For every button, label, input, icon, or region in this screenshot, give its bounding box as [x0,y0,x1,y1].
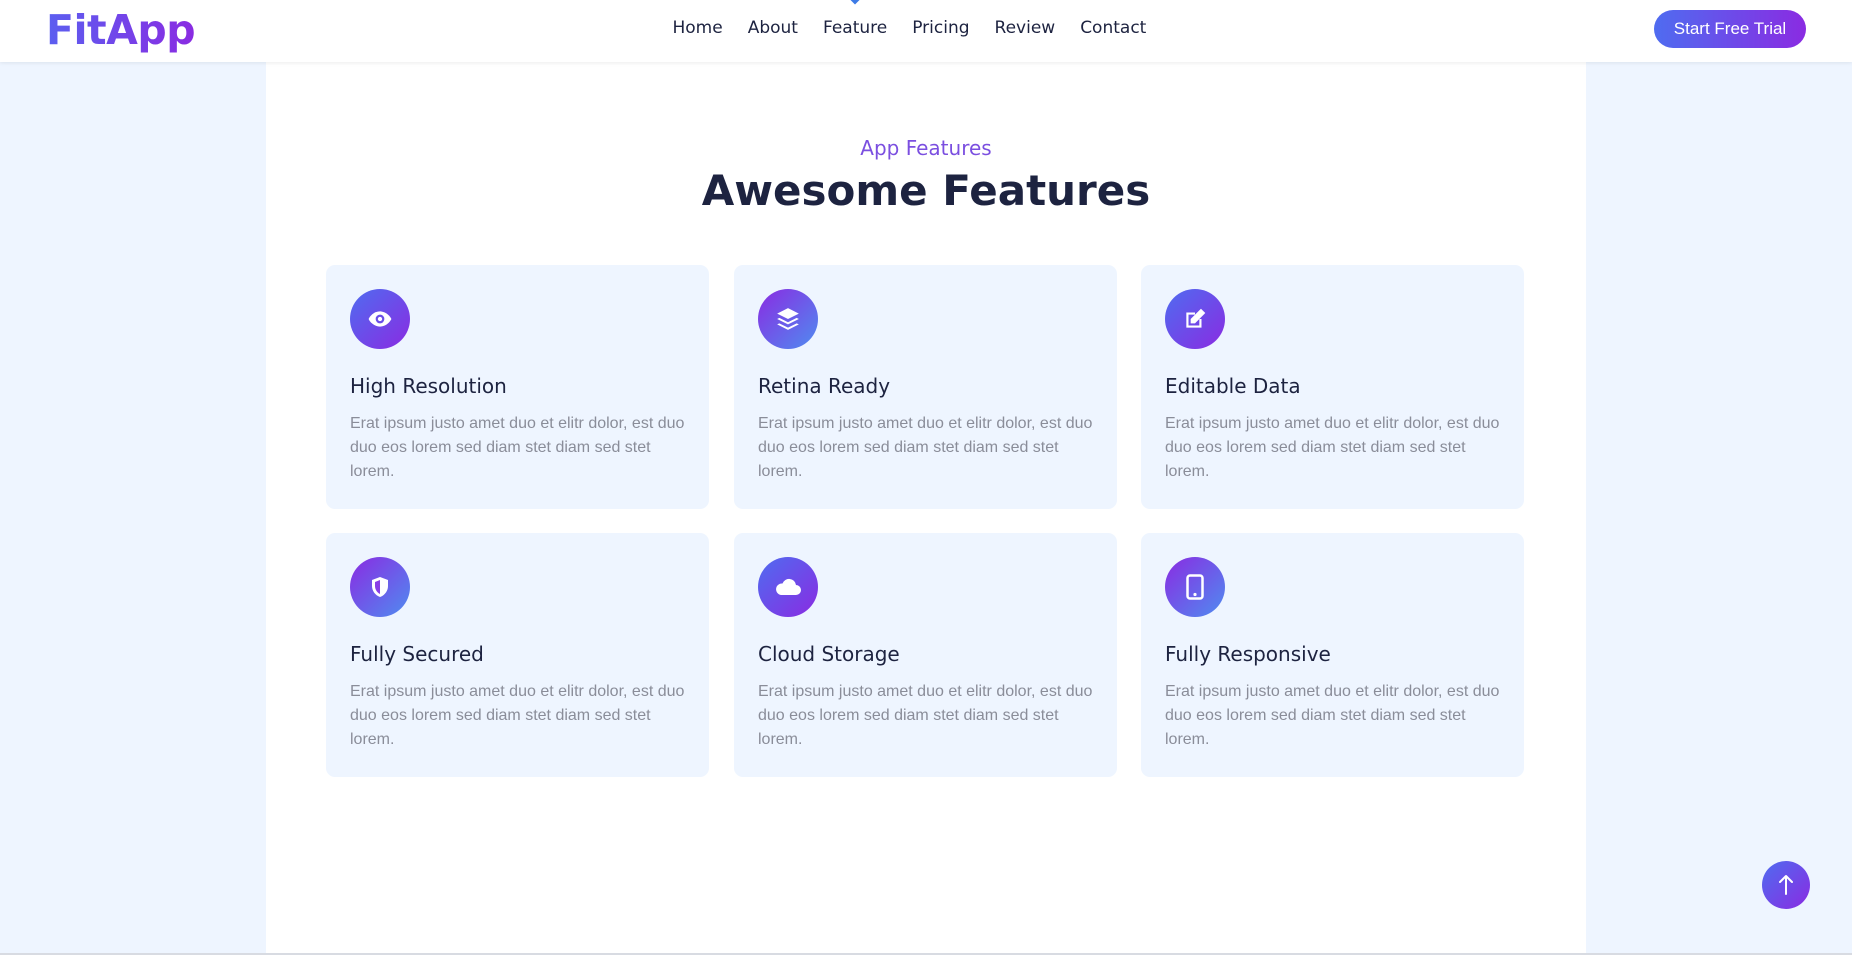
section-title: Awesome Features [701,166,1151,215]
section-eyebrow: App Features [860,136,992,160]
nav-link-pricing[interactable]: Pricing [900,18,982,38]
features-section: App Features Awesome Features High Resol… [266,62,1586,955]
nav-link-contact[interactable]: Contact [1068,18,1159,38]
feature-title: High Resolution [350,374,507,398]
edit-icon [1165,289,1225,349]
feature-title: Fully Responsive [1165,642,1331,666]
feature-description: Erat ipsum justo amet duo et elitr dolor… [1165,683,1500,748]
layers-icon [758,289,818,349]
eye-icon [350,289,410,349]
feature-description: Erat ipsum justo amet duo et elitr dolor… [1165,415,1500,480]
feature-title: Cloud Storage [758,642,900,666]
feature-card-cloud-storage: Cloud Storage Erat ipsum justo amet duo … [734,533,1117,777]
cloud-icon [758,557,818,617]
feature-card-fully-responsive: Fully Responsive Erat ipsum justo amet d… [1141,533,1524,777]
back-to-top-button[interactable] [1762,861,1810,909]
brand-logo[interactable]: FitApp [46,6,196,54]
mobile-icon [1165,557,1225,617]
nav-link-home[interactable]: Home [660,18,735,38]
feature-title: Editable Data [1165,374,1301,398]
feature-description: Erat ipsum justo amet duo et elitr dolor… [758,415,1093,480]
nav-link-about[interactable]: About [735,18,810,38]
feature-card-fully-secured: Fully Secured Erat ipsum justo amet duo … [326,533,709,777]
arrow-up-icon [1779,875,1793,895]
feature-description: Erat ipsum justo amet duo et elitr dolor… [350,415,685,480]
feature-card-high-resolution: High Resolution Erat ipsum justo amet du… [326,265,709,509]
nav-menu: Home About Feature Pricing Review Contac… [660,0,1159,56]
start-free-trial-button[interactable]: Start Free Trial [1654,10,1806,48]
nav-link-feature[interactable]: Feature [810,18,899,38]
feature-card-retina-ready: Retina Ready Erat ipsum justo amet duo e… [734,265,1117,509]
feature-title: Fully Secured [350,642,484,666]
nav-link-review[interactable]: Review [982,18,1068,38]
feature-description: Erat ipsum justo amet duo et elitr dolor… [350,683,685,748]
feature-description: Erat ipsum justo amet duo et elitr dolor… [758,683,1093,748]
feature-card-editable-data: Editable Data Erat ipsum justo amet duo … [1141,265,1524,509]
feature-title: Retina Ready [758,374,891,398]
navbar: FitApp Home About Feature Pricing Review… [0,0,1852,62]
shield-icon [350,557,410,617]
